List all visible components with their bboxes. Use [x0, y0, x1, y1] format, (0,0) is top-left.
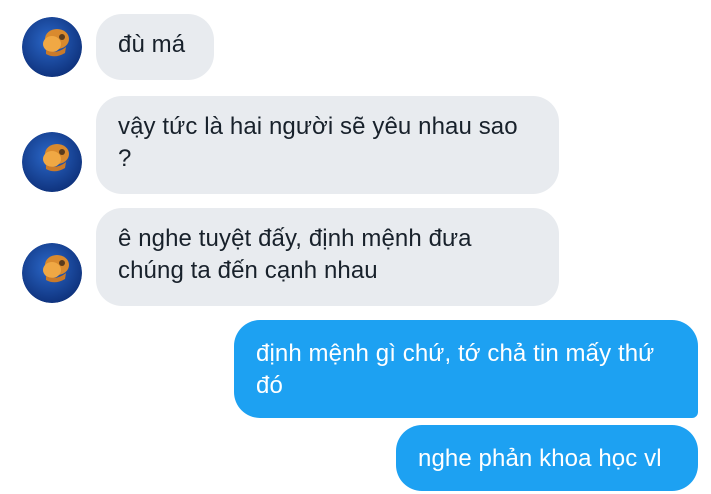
- incoming-message-bubble[interactable]: đù má: [96, 14, 214, 80]
- outgoing-message-bubble[interactable]: định mệnh gì chứ, tớ chả tin mấy thứ đó: [234, 320, 698, 418]
- message-text: nghe phản khoa học vl: [418, 445, 662, 472]
- contact-avatar[interactable]: [22, 132, 82, 192]
- avatar-image: [22, 243, 82, 303]
- message-text: vậy tức là hai người sẽ yêu nhau sao ?: [118, 113, 518, 172]
- outgoing-message-bubble[interactable]: nghe phản khoa học vl: [396, 425, 698, 491]
- message-text: định mệnh gì chứ, tớ chả tin mấy thứ đó: [256, 340, 655, 399]
- avatar-image: [22, 17, 82, 77]
- incoming-message-bubble[interactable]: ê nghe tuyệt đấy, định mệnh đưa chúng ta…: [96, 208, 559, 306]
- contact-avatar[interactable]: [22, 243, 82, 303]
- contact-avatar[interactable]: [22, 17, 82, 77]
- message-text: ê nghe tuyệt đấy, định mệnh đưa chúng ta…: [118, 225, 472, 284]
- avatar-image: [22, 132, 82, 192]
- incoming-message-bubble[interactable]: vậy tức là hai người sẽ yêu nhau sao ?: [96, 96, 559, 194]
- message-text: đù má: [118, 31, 186, 58]
